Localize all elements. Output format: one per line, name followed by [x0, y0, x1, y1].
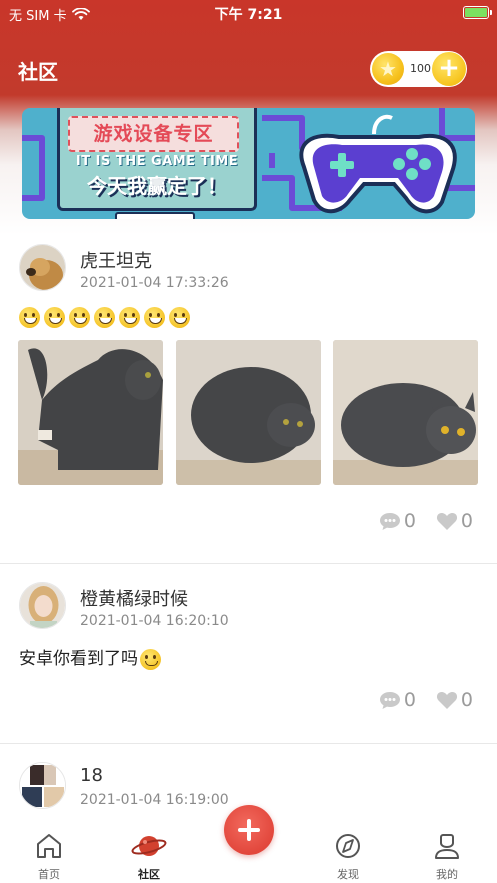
tab-home[interactable]: 首页 — [19, 832, 79, 882]
post-photo[interactable] — [18, 340, 163, 485]
cat-photo-1 — [18, 340, 163, 485]
cat-photo-3 — [333, 340, 478, 485]
profile-icon — [435, 834, 459, 859]
post-actions: 0 0 — [379, 689, 473, 711]
comment-icon — [379, 513, 400, 530]
collage-avatar-image — [20, 763, 65, 808]
username[interactable]: 虎王坦克 — [80, 247, 152, 273]
comment-button[interactable]: 0 — [379, 510, 416, 532]
heart-icon — [436, 513, 457, 530]
page-title: 社区 — [18, 60, 58, 84]
status-time: 下午 7:21 — [214, 7, 283, 23]
compass-icon — [336, 834, 360, 858]
star-coin-icon: ★ — [372, 53, 404, 85]
plus-icon: + — [438, 53, 460, 83]
banner-subtitle-cn: 今天我赢定了！ — [87, 174, 227, 198]
grin-emoji-icon — [69, 307, 90, 328]
header: 无 SIM 卡 下午 7:21 社区 ★ 100 + 游戏设备专区 IT IS … — [0, 0, 497, 235]
like-count: 0 — [460, 689, 473, 711]
coin-balance[interactable]: ★ 100 + — [370, 51, 467, 87]
grin-emoji-icon — [94, 307, 115, 328]
banner-board-foot — [115, 212, 195, 219]
add-coin-button[interactable]: + — [432, 52, 466, 86]
dog-avatar-image — [20, 245, 65, 290]
post-text: 安卓你看到了吗 — [19, 649, 138, 669]
planet-icon — [131, 836, 167, 856]
post-emoji-row — [19, 307, 194, 328]
battery-icon — [463, 6, 492, 19]
tab-label: 首页 — [38, 868, 60, 881]
post-card[interactable]: 虎王坦克 2021-01-04 17:33:26 0 0 — [0, 226, 497, 563]
post-timestamp: 2021-01-04 16:19:00 — [80, 792, 229, 808]
girl-avatar-image — [20, 583, 65, 628]
banner-title: 游戏设备专区 — [68, 116, 239, 152]
comment-button[interactable]: 0 — [379, 689, 416, 711]
tab-label: 发现 — [337, 868, 359, 881]
home-icon — [37, 834, 61, 858]
post-timestamp: 2021-01-04 16:20:10 — [80, 613, 229, 629]
post-timestamp: 2021-01-04 17:33:26 — [80, 275, 229, 291]
comment-icon — [379, 692, 400, 709]
comment-count: 0 — [403, 510, 416, 532]
cat-photo-2 — [176, 340, 321, 485]
banner-subtitle-en: IT IS THE GAME TIME — [75, 154, 239, 169]
tab-label: 我的 — [436, 868, 458, 881]
comment-count: 0 — [403, 689, 416, 711]
tab-mine[interactable]: 我的 — [417, 832, 477, 882]
username[interactable]: 18 — [80, 765, 103, 786]
username[interactable]: 橙黄橘绿时候 — [80, 585, 188, 611]
tab-discover[interactable]: 发现 — [318, 832, 378, 882]
game-banner[interactable]: 游戏设备专区 IT IS THE GAME TIME 今天我赢定了！ — [22, 108, 475, 219]
post-photo[interactable] — [176, 340, 321, 485]
avatar[interactable] — [19, 762, 66, 809]
grin-emoji-icon — [169, 307, 190, 328]
like-button[interactable]: 0 — [436, 510, 473, 532]
gamepad-icon — [299, 114, 457, 214]
post-text-row: 安卓你看到了吗 — [19, 644, 165, 670]
grin-emoji-icon — [144, 307, 165, 328]
post-actions: 0 0 — [379, 510, 473, 532]
status-bar: 无 SIM 卡 下午 7:21 — [0, 0, 497, 26]
grin-emoji-icon — [44, 307, 65, 328]
post-photo[interactable] — [333, 340, 478, 485]
grin-emoji-icon — [19, 307, 40, 328]
like-button[interactable]: 0 — [436, 689, 473, 711]
post-card[interactable]: 橙黄橘绿时候 2021-01-04 16:20:10 安卓你看到了吗 0 0 — [0, 563, 497, 743]
coin-count: 100 — [410, 62, 431, 75]
grin-emoji-icon — [119, 307, 140, 328]
heart-icon — [436, 692, 457, 709]
like-count: 0 — [460, 510, 473, 532]
smile-emoji-icon — [140, 648, 161, 670]
tab-label: 社区 — [138, 868, 160, 881]
create-post-button[interactable] — [224, 805, 274, 855]
avatar[interactable] — [19, 582, 66, 629]
avatar[interactable] — [19, 244, 66, 291]
tab-community[interactable]: 社区 — [119, 832, 179, 882]
